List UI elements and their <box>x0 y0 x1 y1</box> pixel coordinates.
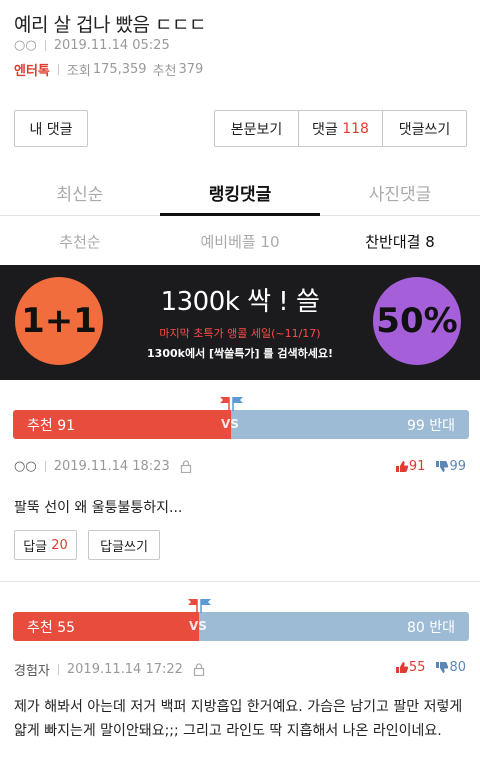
ad-banner[interactable]: 1+1 1300k 싹 ! 쓸 마지막 초특가 앵콜 세일(~11/17) 13… <box>0 265 480 380</box>
versus-flags-icon <box>220 397 243 411</box>
ad-subtext-sale: 마지막 초특가 앵콜 세일(~11/17) <box>159 327 321 340</box>
divider <box>44 40 46 51</box>
thumbs-up-icon <box>395 662 409 673</box>
ranking-subtabs: 추천순 예비베플 10 찬반대결 8 <box>0 217 480 265</box>
tab-ranking[interactable]: 랭킹댓글 <box>160 170 320 216</box>
ad-headline: 1300k 싹 ! 쓸 <box>160 287 320 317</box>
tab-latest[interactable]: 최신순 <box>0 170 160 215</box>
comment-actions: 본문보기 댓글 118 댓글쓰기 <box>214 110 467 147</box>
recommend-count: 379 <box>178 62 204 77</box>
ad-subtext-search: 1300k에서 [싹쓸특가] 를 검색하세요! <box>147 347 333 360</box>
comment-votes: 55 80 <box>395 660 466 675</box>
divider <box>44 461 46 472</box>
dislike-count: 80 <box>449 660 466 675</box>
comment-meta: ○○ 2019.11.14 18:23 <box>14 459 192 474</box>
comment-divider <box>0 581 480 582</box>
post-datetime: 2019.11.14 05:25 <box>53 38 170 53</box>
comment-author[interactable]: 경험자 <box>14 660 50 679</box>
comments-label: 댓글 <box>312 121 338 138</box>
post-meta: ○○ 2019.11.14 05:25 <box>14 38 170 53</box>
reply-button[interactable]: 답글 20 <box>14 530 77 560</box>
divider <box>57 64 59 75</box>
comments-count: 118 <box>342 120 369 137</box>
comment-author[interactable]: ○○ <box>14 459 37 474</box>
recommend-label: 추천 <box>152 64 177 79</box>
comment-body: 제가 해봐서 아는데 저거 백퍼 지방흡입 한거예요. 가슴은 남기고 팔만 저… <box>14 699 463 739</box>
view-body-button[interactable]: 본문보기 <box>215 111 299 146</box>
subtab-prebest[interactable]: 예비베플 10 <box>160 217 320 265</box>
my-comments-button[interactable]: 내 댓글 <box>14 110 88 147</box>
views-count: 175,359 <box>92 62 147 77</box>
thumbs-down-icon <box>436 461 449 472</box>
thumbs-up-icon <box>395 461 409 472</box>
dislike-count: 99 <box>449 459 466 474</box>
post-stats: 엔터톡 조회 175,359 추천 379 <box>14 60 209 79</box>
views-label: 조회 <box>66 64 91 79</box>
subtab-versus[interactable]: 찬반대결 8 <box>320 217 480 265</box>
vote-down-segment: 99 반대 <box>231 410 469 439</box>
post-category[interactable]: 엔터톡 <box>14 60 50 79</box>
reply-count: 20 <box>51 537 68 553</box>
comment-datetime: 2019.11.14 18:23 <box>53 459 170 474</box>
subtab-recommend[interactable]: 추천순 <box>0 217 160 265</box>
write-comment-button[interactable]: 댓글쓰기 <box>383 111 466 146</box>
post-title: 예리 살 겁나 빴음 ㄷㄷㄷ <box>14 14 206 36</box>
vote-bar[interactable]: 추천 55 80 반대 VS <box>13 612 469 641</box>
like-count: 55 <box>408 660 426 675</box>
vs-label: VS <box>221 417 239 431</box>
dislike-button[interactable]: 99 <box>435 459 466 474</box>
report-icon[interactable] <box>193 663 205 676</box>
like-button[interactable]: 91 <box>395 459 426 474</box>
versus-flags-icon <box>188 599 211 613</box>
vote-up-segment: 추천 55 <box>13 612 199 641</box>
comment-votes: 91 99 <box>395 459 466 474</box>
reply-write-button[interactable]: 답글쓰기 <box>88 530 160 560</box>
comment-body: 팔뚝 선이 왜 울퉁불퉁하지... <box>14 500 183 516</box>
vs-label: VS <box>189 619 207 633</box>
reply-label: 답글 <box>23 539 48 555</box>
dislike-button[interactable]: 80 <box>435 660 466 675</box>
vote-bar[interactable]: 추천 91 99 반대 VS <box>13 410 469 439</box>
tab-photo[interactable]: 사진댓글 <box>320 170 480 215</box>
comment-sort-tabs: 최신순 랭킹댓글 사진댓글 <box>0 170 480 216</box>
like-button[interactable]: 55 <box>395 660 426 675</box>
like-count: 91 <box>408 459 426 474</box>
ad-badge-left: 1+1 <box>15 277 103 365</box>
divider <box>57 664 59 675</box>
vote-up-segment: 추천 91 <box>13 410 231 439</box>
vote-down-segment: 80 반대 <box>199 612 469 641</box>
report-icon[interactable] <box>180 460 192 473</box>
comment-datetime: 2019.11.14 17:22 <box>66 662 183 677</box>
thumbs-down-icon <box>436 662 449 673</box>
comments-button[interactable]: 댓글 118 <box>299 111 383 146</box>
post-author[interactable]: ○○ <box>14 38 37 53</box>
comment-meta: 경험자 2019.11.14 17:22 <box>14 660 205 679</box>
ad-badge-right: 50% <box>373 277 461 365</box>
